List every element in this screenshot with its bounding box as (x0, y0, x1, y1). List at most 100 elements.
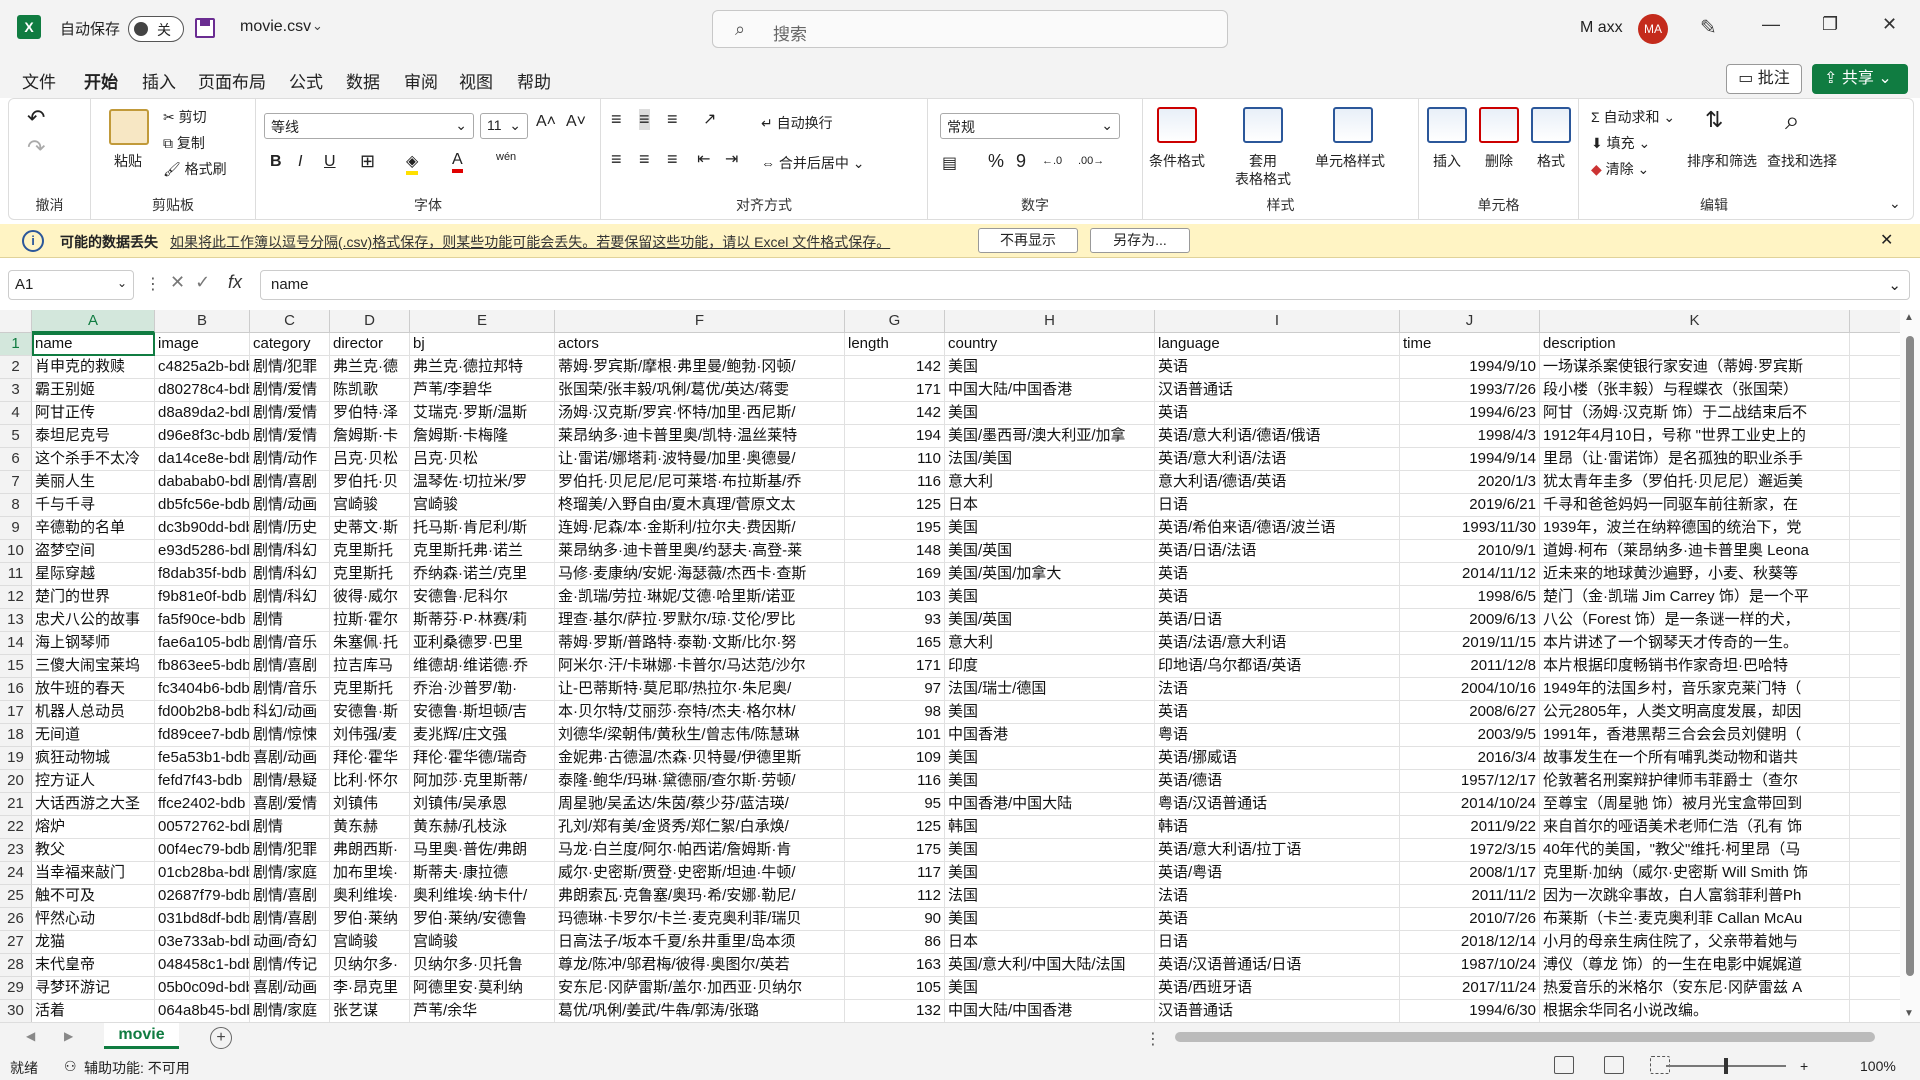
cell[interactable]: 2004/10/16 (1400, 678, 1540, 701)
cell[interactable]: 末代皇帝 (32, 954, 155, 977)
cell[interactable]: 2016/3/4 (1400, 747, 1540, 770)
select-all-corner[interactable] (0, 310, 32, 333)
cell[interactable]: 安东尼·冈萨雷斯/盖尔·加西亚·贝纳尔 (555, 977, 845, 1000)
cell[interactable]: 放牛班的春天 (32, 678, 155, 701)
cell[interactable]: 段小楼（张丰毅）与程蝶衣（张国荣） (1540, 379, 1850, 402)
row-header[interactable]: 12 (0, 586, 32, 609)
cell[interactable]: 03e733ab-bdb (155, 931, 250, 954)
zoom-slider[interactable] (1666, 1058, 1786, 1074)
cell[interactable]: 克里斯托 (330, 678, 410, 701)
scroll-down-icon[interactable]: ▼ (1904, 1008, 1914, 1019)
borders-icon[interactable]: ⊞ (360, 151, 375, 172)
cell[interactable]: 至尊宝（周星驰 饰）被月光宝盒带回到 (1540, 793, 1850, 816)
cancel-confirm-icons[interactable]: ✕✓ (170, 272, 220, 293)
delete-cells-button[interactable]: 删除 (1485, 151, 1513, 171)
cell[interactable]: 2017/11/24 (1400, 977, 1540, 1000)
row-header[interactable]: 16 (0, 678, 32, 701)
cell[interactable]: 小月的母亲生病住院了，父亲带着她与 (1540, 931, 1850, 954)
zoom-slider-knob[interactable] (1724, 1058, 1728, 1074)
cell[interactable]: 海上钢琴师 (32, 632, 155, 655)
cell[interactable]: 公元2805年，人类文明高度发展，却因 (1540, 701, 1850, 724)
cell[interactable]: 97 (845, 678, 945, 701)
cell[interactable]: 剧情/科幻 (250, 586, 330, 609)
cell[interactable]: 忠犬八公的故事 (32, 609, 155, 632)
cell[interactable]: 喜剧/爱情 (250, 793, 330, 816)
cell[interactable]: 陈凯歌 (330, 379, 410, 402)
cell[interactable]: 布莱斯（卡兰·麦克奥利菲 Callan McAu (1540, 908, 1850, 931)
cell[interactable]: 法语 (1155, 885, 1400, 908)
cell[interactable]: 刘镇伟/吴承恩 (410, 793, 555, 816)
cell[interactable]: 托马斯·肯尼利/斯 (410, 517, 555, 540)
cell[interactable]: 2008/6/27 (1400, 701, 1540, 724)
column-header[interactable]: A (32, 310, 155, 333)
cell[interactable]: country (945, 333, 1155, 356)
save-as-button[interactable]: 另存为... (1090, 228, 1190, 253)
cell[interactable]: 刘伟强/麦 (330, 724, 410, 747)
cell[interactable]: 英语/希伯来语/德语/波兰语 (1155, 517, 1400, 540)
cell[interactable]: 朱塞佩·托 (330, 632, 410, 655)
cell[interactable]: 175 (845, 839, 945, 862)
row-header[interactable]: 27 (0, 931, 32, 954)
cell[interactable]: 英语 (1155, 356, 1400, 379)
cell[interactable]: 教父 (32, 839, 155, 862)
cell[interactable]: 2018/12/14 (1400, 931, 1540, 954)
cell[interactable]: 斯蒂芬·P·林赛/莉 (410, 609, 555, 632)
cell[interactable]: 奥利维埃·纳卡什/ (410, 885, 555, 908)
row-header[interactable]: 24 (0, 862, 32, 885)
row-header[interactable]: 29 (0, 977, 32, 1000)
search-input[interactable]: ⌕ 搜索 (712, 10, 1228, 48)
cell[interactable]: 粤语/汉语普通话 (1155, 793, 1400, 816)
cell[interactable]: 048458c1-bdb (155, 954, 250, 977)
insert-function-icon[interactable]: fx (228, 272, 242, 293)
cell[interactable]: 当幸福来敲门 (32, 862, 155, 885)
cell[interactable]: 剧情/动作 (250, 448, 330, 471)
cell[interactable]: 英语 (1155, 402, 1400, 425)
cell[interactable]: 意大利 (945, 632, 1155, 655)
autosave-toggle[interactable]: 关 (128, 16, 184, 42)
pen-icon[interactable]: ✎ (1700, 15, 1717, 40)
cell[interactable]: 2010/9/1 (1400, 540, 1540, 563)
cell[interactable]: 93 (845, 609, 945, 632)
cell[interactable]: 美国 (945, 701, 1155, 724)
cell[interactable]: 韩语 (1155, 816, 1400, 839)
minimize-icon[interactable]: — (1762, 14, 1780, 35)
increase-indent-icon[interactable]: ⇥ (725, 149, 738, 169)
cell[interactable]: 玛德琳·卡罗尔/卡兰·麦克奥利菲/瑞贝 (555, 908, 845, 931)
cell[interactable]: 阿甘正传 (32, 402, 155, 425)
cell[interactable]: 剧情/动画 (250, 494, 330, 517)
cell[interactable]: 麦兆辉/庄文强 (410, 724, 555, 747)
cell[interactable]: 英语 (1155, 586, 1400, 609)
cell[interactable]: 张国荣/张丰毅/巩俐/葛优/英达/蒋雯 (555, 379, 845, 402)
add-sheet-icon[interactable]: + (210, 1027, 232, 1049)
cell[interactable]: 1987/10/24 (1400, 954, 1540, 977)
cell[interactable]: 黄东赫/孔枝泳 (410, 816, 555, 839)
row-header[interactable]: 1 (0, 333, 32, 356)
cell[interactable]: 龙猫 (32, 931, 155, 954)
cell[interactable]: 美国 (945, 356, 1155, 379)
align-top-icon[interactable]: ≡ (611, 109, 622, 130)
column-header[interactable]: G (845, 310, 945, 333)
cell[interactable]: fb863ee5-bdb (155, 655, 250, 678)
cell[interactable]: 罗伯托·贝 (330, 471, 410, 494)
cell[interactable]: 科幻/动画 (250, 701, 330, 724)
cell[interactable]: 千寻和爸爸妈妈一同驱车前往新家，在 (1540, 494, 1850, 517)
cell[interactable]: 169 (845, 563, 945, 586)
row-header[interactable]: 25 (0, 885, 32, 908)
cell[interactable]: 犹太青年圭多（罗伯托·贝尼尼）邂逅美 (1540, 471, 1850, 494)
tab-formulas[interactable]: 公式 (289, 68, 323, 93)
cell[interactable]: 美国 (945, 862, 1155, 885)
cell[interactable]: fd89cee7-bdb (155, 724, 250, 747)
row-header[interactable]: 15 (0, 655, 32, 678)
cell[interactable]: 剧情/爱情 (250, 402, 330, 425)
formula-input[interactable]: name ⌄ (260, 270, 1910, 300)
cell[interactable]: 让-巴蒂斯特·莫尼耶/热拉尔·朱尼奥/ (555, 678, 845, 701)
row-header[interactable]: 3 (0, 379, 32, 402)
cell[interactable]: 00572762-bdb (155, 816, 250, 839)
cell[interactable]: 2014/11/12 (1400, 563, 1540, 586)
row-header[interactable]: 19 (0, 747, 32, 770)
cell[interactable]: 张艺谋 (330, 1000, 410, 1023)
format-table-line1[interactable]: 套用 (1249, 151, 1277, 171)
accessibility-status[interactable]: 辅助功能: 不可用 (84, 1058, 190, 1078)
cell[interactable]: 美丽人生 (32, 471, 155, 494)
cell[interactable]: 125 (845, 494, 945, 517)
